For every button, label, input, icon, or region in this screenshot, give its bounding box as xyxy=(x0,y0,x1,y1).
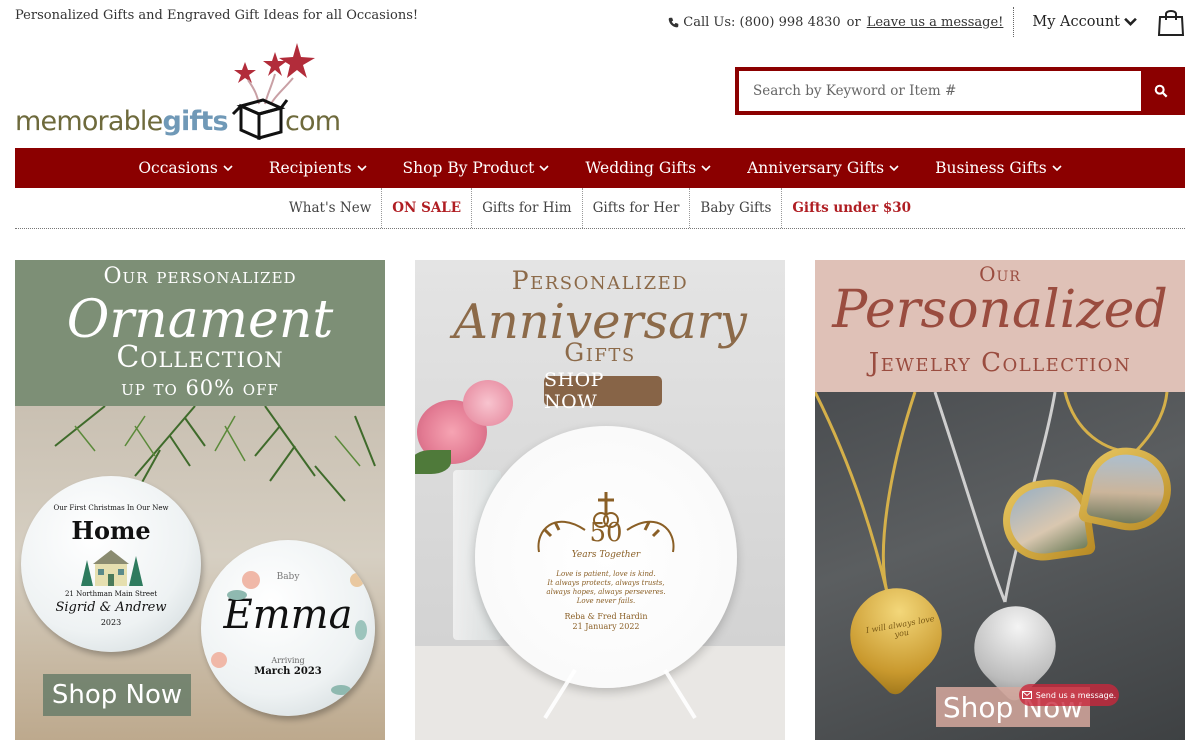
plate-date: 21 January 2022 xyxy=(572,622,640,631)
chevron-down-icon xyxy=(356,164,367,171)
chevron-down-icon xyxy=(701,164,711,171)
shopping-bag-icon[interactable] xyxy=(1157,7,1185,37)
orn1-year: 2023 xyxy=(100,618,122,627)
nav-label: Business Gifts xyxy=(935,159,1047,177)
site-logo[interactable]: memorablegifts com xyxy=(15,40,355,144)
nav-business-gifts[interactable]: Business Gifts xyxy=(935,159,1062,177)
ornament-line4: up to 60% off xyxy=(121,376,279,400)
chevron-down-icon xyxy=(539,164,549,171)
plate-stand-image xyxy=(543,668,697,720)
ornament-banner-header: Our personalized Ornament Collection up … xyxy=(15,260,385,406)
nav-recipients[interactable]: Recipients xyxy=(269,159,367,177)
jewelry-line3: Jewelry Collection xyxy=(868,348,1132,378)
header-utility: Call Us: (800) 998 4830 or Leave us a me… xyxy=(668,6,1185,38)
chevron-down-icon xyxy=(1052,164,1062,171)
orn1-top-text: Our First Christmas In Our New xyxy=(53,504,169,512)
send-message-text: Send us a message. xyxy=(1035,690,1117,700)
orn1-main-text: Home xyxy=(71,516,151,545)
ornament-line1: Our personalized xyxy=(103,264,297,289)
plate-number: 50 xyxy=(589,518,623,548)
nav-shop-by-product[interactable]: Shop By Product xyxy=(403,159,550,177)
plate-subtitle: Years Together xyxy=(571,550,641,560)
nav-label: Anniversary Gifts xyxy=(747,159,885,177)
plate-verse-2: It always protects, always trusts, xyxy=(547,579,665,587)
search-button[interactable] xyxy=(1141,71,1181,111)
anniversary-plate-image: 50 Years Together Love is patient, love … xyxy=(475,426,737,688)
plate-names: Reba & Fred Hardin xyxy=(564,612,648,621)
mail-icon xyxy=(1021,691,1032,699)
ornament-shop-now-button[interactable]: Shop Now xyxy=(43,674,191,716)
jewelry-line2: Personalized xyxy=(832,280,1168,340)
nav-label: Occasions xyxy=(138,159,218,177)
search-input[interactable] xyxy=(739,71,1141,111)
jewelry-collection-banner[interactable]: Our Personalized Jewelry Collection I wi… xyxy=(815,260,1185,740)
chevron-down-icon xyxy=(223,164,233,171)
tagline: Personalized Gifts and Engraved Gift Ide… xyxy=(15,8,419,23)
plate-verse-4: Love never fails. xyxy=(576,597,636,605)
send-message-widget[interactable]: Send us a message. xyxy=(1019,684,1119,706)
subnav-whats-new[interactable]: What's New xyxy=(279,188,381,228)
anniversary-line3: Gifts xyxy=(564,338,636,367)
call-us-text: Call Us: (800) 998 4830 xyxy=(683,14,841,30)
chevron-down-icon xyxy=(889,164,899,171)
sub-nav: What's New ON SALE Gifts for Him Gifts f… xyxy=(15,188,1185,229)
call-us: Call Us: (800) 998 4830 or Leave us a me… xyxy=(668,15,1003,30)
anniversary-shop-now-button[interactable]: SHOP NOW xyxy=(544,369,662,413)
logo-part-com: com xyxy=(285,106,341,137)
chevron-down-icon xyxy=(1124,17,1137,27)
subnav-baby-gifts[interactable]: Baby Gifts xyxy=(689,188,781,228)
leave-message-link[interactable]: Leave us a message! xyxy=(867,15,1004,30)
phone-icon xyxy=(668,17,679,27)
ornament-collection-banner[interactable]: Our personalized Ornament Collection up … xyxy=(15,260,385,740)
plate-verse-3: always hopes, always perseveres. xyxy=(546,588,666,596)
floral-wreath-image xyxy=(211,571,367,695)
orn1-names: Sigrid & Andrew xyxy=(55,600,167,615)
subnav-gifts-for-him[interactable]: Gifts for Him xyxy=(471,188,582,228)
anniversary-line1: Personalized xyxy=(511,266,689,295)
nav-label: Shop By Product xyxy=(402,159,535,177)
logo-part-memorable: memorable xyxy=(15,106,163,137)
or-text: or xyxy=(846,14,861,30)
subnav-gifts-for-her[interactable]: Gifts for Her xyxy=(581,188,690,228)
my-account-menu[interactable]: My Account xyxy=(1032,14,1137,30)
search-bar xyxy=(735,67,1185,115)
nav-wedding-gifts[interactable]: Wedding Gifts xyxy=(585,159,711,177)
nav-label: Recipients xyxy=(268,159,352,177)
divider xyxy=(1013,7,1015,37)
subnav-on-sale[interactable]: ON SALE xyxy=(381,188,471,228)
ornament-line3: Collection xyxy=(116,340,284,375)
orn1-address: 21 Northman Main Street xyxy=(64,590,158,598)
nav-label: Wedding Gifts xyxy=(585,159,697,177)
subnav-gifts-under-30[interactable]: Gifts under $30 xyxy=(781,188,921,228)
leaf-image xyxy=(415,450,451,474)
search-icon xyxy=(1154,84,1168,98)
peony-flower-image xyxy=(463,380,513,426)
logo-part-gifts: gifts xyxy=(162,106,228,137)
house-image xyxy=(81,550,143,586)
logo-wordmark: memorablegifts com xyxy=(15,106,341,137)
engraving-text: I will always love you xyxy=(865,614,936,640)
ornament-baby-emma: Baby Emma Arriving March 2023 xyxy=(201,540,375,716)
anniversary-gifts-banner[interactable]: Personalized Anniversary Gifts SHOP NOW … xyxy=(415,260,785,740)
jewelry-banner-header: Our Personalized Jewelry Collection xyxy=(815,260,1185,392)
main-nav: Occasions Recipients Shop By Product Wed… xyxy=(15,148,1185,188)
plate-verse-1: Love is patient, love is kind. xyxy=(556,570,656,578)
nav-occasions[interactable]: Occasions xyxy=(138,159,233,177)
nav-anniversary-gifts[interactable]: Anniversary Gifts xyxy=(747,159,899,177)
ornament-home: Our First Christmas In Our New Home 21 N… xyxy=(21,476,201,652)
my-account-label: My Account xyxy=(1032,14,1120,30)
